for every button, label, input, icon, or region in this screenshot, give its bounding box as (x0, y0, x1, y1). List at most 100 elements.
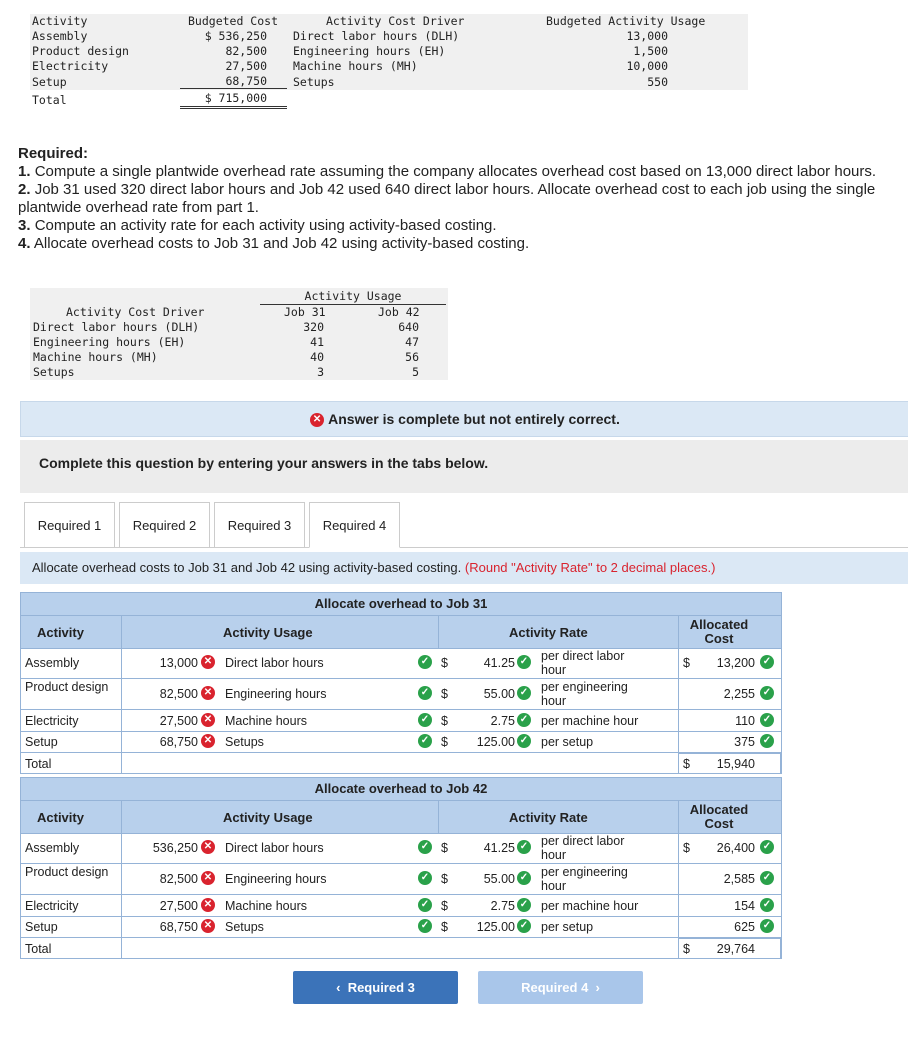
allocated-value[interactable]: 2,255 (693, 687, 755, 701)
allocated-value[interactable]: 625 (693, 920, 755, 934)
rate-value[interactable]: 41.25 (453, 656, 515, 670)
dollar-sign: $ (441, 899, 448, 913)
usage-cell: 10,000 (626, 59, 668, 73)
instructions-box: Complete this question by entering your … (20, 440, 908, 493)
header-activity-rate: Activity Rate (509, 625, 588, 640)
usage-driver[interactable]: Engineering hours (225, 687, 326, 701)
tab-required-2[interactable]: Required 2 (119, 502, 210, 548)
allocated-value[interactable]: 26,400 (693, 841, 755, 855)
header-activity: Activity (37, 810, 84, 825)
usage-driver[interactable]: Setups (225, 920, 264, 934)
driver-header: Activity Cost Driver (66, 305, 205, 319)
job42-header: Job 42 (378, 305, 420, 319)
cost-cell: 82,500 (225, 44, 267, 58)
correct-icon: ✓ (418, 871, 432, 885)
usage-value[interactable]: 13,000 (125, 656, 198, 670)
rate-unit[interactable]: per machine hour (541, 899, 638, 913)
chevron-left-icon: ‹ (336, 980, 341, 995)
prev-label: Required 3 (347, 980, 415, 995)
rate-unit[interactable]: per direct labor hour (541, 834, 651, 862)
rate-unit[interactable]: per setup (541, 920, 593, 934)
usage-cell: 1,500 (633, 44, 668, 58)
rate-value[interactable]: 41.25 (453, 841, 515, 855)
prev-button[interactable]: ‹ Required 3 (293, 971, 458, 1004)
correct-icon: ✓ (517, 871, 531, 885)
total-allocated: 29,764 (716, 942, 755, 956)
correct-icon: ✓ (418, 734, 432, 748)
required-heading: Required: (18, 145, 89, 162)
usage-driver[interactable]: Direct labor hours (225, 841, 324, 855)
rate-unit[interactable]: per machine hour (541, 714, 638, 728)
usage-value[interactable]: 68,750 (125, 920, 198, 934)
allocated-value[interactable]: 375 (693, 735, 755, 749)
driver-cell: Engineering hours (EH) (293, 44, 446, 58)
incorrect-icon: ✕ (201, 734, 215, 748)
rate-value[interactable]: 55.00 (453, 872, 515, 886)
header-activity-usage: Activity Usage (223, 625, 313, 640)
usage-driver[interactable]: Setups (225, 735, 264, 749)
required-instructions: Required: 1. Compute a single plantwide … (18, 145, 893, 253)
tab-required-3[interactable]: Required 3 (214, 502, 305, 548)
total-label: Total (32, 93, 67, 107)
cost-cell: 27,500 (225, 59, 267, 73)
result-banner: ✕ Answer is complete but not entirely cor… (20, 401, 908, 437)
table-row: Electricity 27,500 ✕ Machine hours ✓ $ 2… (21, 710, 781, 732)
usage-driver[interactable]: Machine hours (225, 714, 307, 728)
rate-unit[interactable]: per direct labor hour (541, 649, 651, 677)
usage-driver[interactable]: Direct labor hours (225, 656, 324, 670)
chevron-right-icon: › (595, 980, 600, 995)
job42-cell: 640 (398, 320, 419, 334)
rate-value[interactable]: 125.00 (453, 920, 515, 934)
rate-unit[interactable]: per engineering hour (541, 865, 651, 893)
tab-required-1[interactable]: Required 1 (24, 502, 115, 548)
activity-cell: Setup (32, 75, 67, 89)
dollar-sign: $ (683, 656, 690, 670)
header-budgeted-activity-usage: Budgeted Activity Usage (546, 14, 706, 28)
driver-cell: Engineering hours (EH) (33, 335, 186, 349)
next-button[interactable]: Required 4 › (478, 971, 643, 1004)
rate-value[interactable]: 55.00 (453, 687, 515, 701)
incorrect-icon: ✕ (201, 919, 215, 933)
allocated-value[interactable]: 154 (693, 899, 755, 913)
job42-cell: 5 (412, 365, 419, 379)
usage-value[interactable]: 82,500 (125, 687, 198, 701)
total-cost: $ 715,000 (180, 91, 287, 109)
incorrect-icon: ✕ (201, 871, 215, 885)
usage-value[interactable]: 82,500 (125, 872, 198, 886)
dollar-sign: $ (441, 872, 448, 886)
header-activity-usage: Activity Usage (223, 810, 313, 825)
dollar-sign: $ (441, 687, 448, 701)
header-activity-cost-driver: Activity Cost Driver (326, 14, 465, 28)
required-item-4: 4. Allocate overhead costs to Job 31 and… (18, 235, 530, 252)
correct-icon: ✓ (760, 713, 774, 727)
activity-cell: Assembly (32, 29, 88, 43)
rate-value[interactable]: 2.75 (453, 714, 515, 728)
correct-icon: ✓ (760, 734, 774, 748)
usage-value[interactable]: 27,500 (125, 899, 198, 913)
instruction-main: Allocate overhead costs to Job 31 and Jo… (32, 560, 462, 575)
rate-unit[interactable]: per setup (541, 735, 593, 749)
tab-required-4[interactable]: Required 4 (309, 502, 400, 548)
usage-value[interactable]: 27,500 (125, 714, 198, 728)
usage-driver[interactable]: Machine hours (225, 899, 307, 913)
total-label: Total (25, 942, 52, 956)
correct-icon: ✓ (517, 713, 531, 727)
allocated-value[interactable]: 2,585 (693, 872, 755, 886)
usage-value[interactable]: 536,250 (125, 841, 198, 855)
usage-group-header: Activity Usage (260, 289, 446, 305)
table-row: Product design 82,500 ✕ Engineering hour… (21, 864, 781, 895)
rate-value[interactable]: 2.75 (453, 899, 515, 913)
usage-value[interactable]: 68,750 (125, 735, 198, 749)
activity-label: Product design (25, 865, 109, 879)
rate-unit[interactable]: per engineering hour (541, 680, 651, 708)
dollar-sign: $ (683, 942, 690, 956)
dollar-sign: $ (683, 757, 690, 771)
job31-cell: 3 (317, 365, 324, 379)
required-item-2: 2. Job 31 used 320 direct labor hours an… (18, 181, 876, 216)
table-row: Assembly 536,250 ✕ Direct labor hours ✓ … (21, 833, 781, 864)
allocated-value[interactable]: 13,200 (693, 656, 755, 670)
allocated-value[interactable]: 110 (693, 714, 755, 728)
rate-value[interactable]: 125.00 (453, 735, 515, 749)
usage-driver[interactable]: Engineering hours (225, 872, 326, 886)
tab-instructions: Allocate overhead costs to Job 31 and Jo… (20, 552, 908, 584)
